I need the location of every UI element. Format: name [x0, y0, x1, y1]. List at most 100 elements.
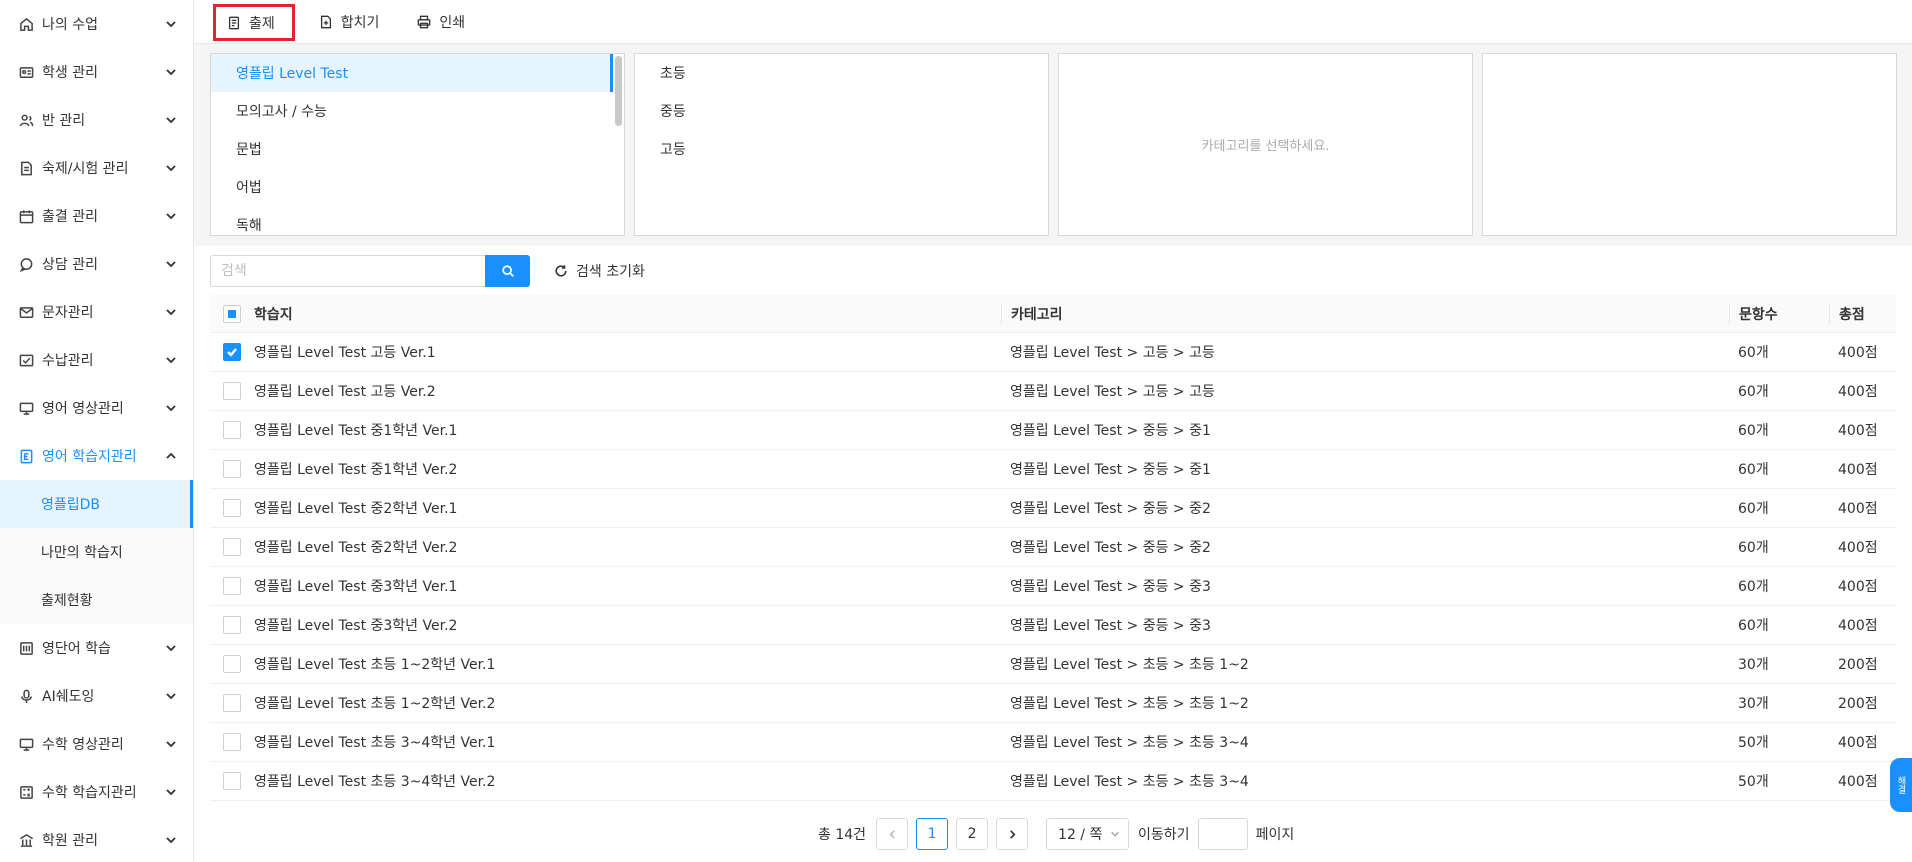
- chevron-down-icon: [165, 402, 177, 414]
- chevron-up-icon: [165, 450, 177, 462]
- header-score[interactable]: 총점: [1829, 303, 1896, 324]
- monitor-icon: [18, 400, 34, 416]
- page-button-1[interactable]: 1: [916, 818, 949, 850]
- row-checkbox[interactable]: [223, 577, 241, 595]
- category-panel-level4: [1482, 53, 1897, 236]
- table-row[interactable]: 영플립 Level Test 중3학년 Ver.1 영플립 Level Test …: [210, 567, 1896, 606]
- cell-name: 영플립 Level Test 중2학년 Ver.1: [254, 501, 458, 517]
- sidebar-item-label: 학원 관리: [42, 833, 98, 849]
- scrollbar-track[interactable]: [612, 54, 624, 235]
- microphone-icon: [18, 688, 34, 704]
- table-row[interactable]: 영플립 Level Test 고등 Ver.2 영플립 Level Test > …: [210, 372, 1896, 411]
- sidebar-item-7[interactable]: 수납관리: [0, 336, 193, 384]
- building-icon: [18, 832, 34, 848]
- sidebar-item-14[interactable]: 학원 관리: [0, 816, 193, 862]
- cell-score: 400점: [1838, 384, 1878, 400]
- cell-count: 60개: [1738, 423, 1769, 439]
- row-checkbox[interactable]: [223, 421, 241, 439]
- scrollbar-thumb[interactable]: [615, 56, 622, 126]
- floating-help-button[interactable]: 해결: [1890, 758, 1912, 812]
- table-row[interactable]: 영플립 Level Test 중1학년 Ver.1 영플립 Level Test …: [210, 411, 1896, 450]
- subcategory-item[interactable]: 고등: [635, 130, 1048, 168]
- cell-name: 영플립 Level Test 초등 3~4학년 Ver.1: [254, 735, 496, 751]
- row-checkbox[interactable]: [223, 382, 241, 400]
- subcategory-item[interactable]: 초등: [635, 54, 1048, 92]
- table-row[interactable]: 영플립 Level Test 중1학년 Ver.2 영플립 Level Test …: [210, 450, 1896, 489]
- row-checkbox[interactable]: [223, 694, 241, 712]
- sidebar-item-0[interactable]: 나의 수업: [0, 0, 193, 48]
- search-input[interactable]: [210, 255, 485, 287]
- row-checkbox[interactable]: [223, 772, 241, 790]
- cell-category: 영플립 Level Test > 초등 > 초등 3~4: [1010, 735, 1249, 751]
- cell-count: 60개: [1738, 384, 1769, 400]
- row-checkbox[interactable]: [223, 343, 241, 361]
- toolbar: 출제 합치기 인쇄: [194, 0, 1912, 44]
- table-row[interactable]: 영플립 Level Test 중2학년 Ver.2 영플립 Level Test …: [210, 528, 1896, 567]
- table-row[interactable]: 영플립 Level Test 초등 3~4학년 Ver.2 영플립 Level T…: [210, 762, 1896, 801]
- table-row[interactable]: 영플립 Level Test 중3학년 Ver.2 영플립 Level Test …: [210, 606, 1896, 645]
- sidebar-item-1[interactable]: 학생 관리: [0, 48, 193, 96]
- sidebar-item-9[interactable]: 영어 학습지관리: [0, 432, 193, 480]
- sidebar-item-3[interactable]: 숙제/시험 관리: [0, 144, 193, 192]
- sidebar-submenu: 영플립DB 나만의 학습지 출제현황: [0, 480, 193, 624]
- sidebar-item-8[interactable]: 영어 영상관리: [0, 384, 193, 432]
- sidebar-item-11[interactable]: AI쉐도잉: [0, 672, 193, 720]
- search-button[interactable]: [485, 255, 530, 287]
- publish-label: 출제: [249, 15, 275, 32]
- sidebar-item-10[interactable]: 영단어 학습: [0, 624, 193, 672]
- row-checkbox[interactable]: [223, 733, 241, 751]
- category-item[interactable]: 독해: [211, 206, 624, 235]
- cell-category: 영플립 Level Test > 중등 > 중2: [1010, 540, 1211, 556]
- goto-page-input[interactable]: [1197, 818, 1248, 850]
- sidebar-item-label: 영어 학습지관리: [42, 449, 137, 465]
- floating-help-label: 해결: [1895, 776, 1906, 794]
- row-checkbox[interactable]: [223, 538, 241, 556]
- page-size-select[interactable]: 12 / 쪽: [1046, 818, 1130, 850]
- users-icon: [18, 112, 34, 128]
- sidebar-subitem-2[interactable]: 출제현황: [0, 576, 193, 624]
- table-row[interactable]: 영플립 Level Test 초등 1~2학년 Ver.2 영플립 Level T…: [210, 684, 1896, 723]
- sidebar-item-13[interactable]: 수학 학습지관리: [0, 768, 193, 816]
- sidebar-item-6[interactable]: 문자관리: [0, 288, 193, 336]
- category-item[interactable]: 영플립 Level Test: [211, 54, 624, 92]
- next-page-button[interactable]: [996, 818, 1029, 850]
- header-count[interactable]: 문항수: [1729, 303, 1829, 324]
- chevron-down-icon: [165, 18, 177, 30]
- search-reset-button[interactable]: 검색 초기화: [554, 261, 645, 281]
- header-category[interactable]: 카테고리: [1001, 303, 1729, 324]
- page-button-2[interactable]: 2: [956, 818, 989, 850]
- cell-name: 영플립 Level Test 초등 3~4학년 Ver.2: [254, 774, 496, 790]
- total-count: 총 14건: [818, 827, 867, 843]
- header-name[interactable]: 학습지: [254, 304, 1001, 324]
- sidebar-item-12[interactable]: 수학 영상관리: [0, 720, 193, 768]
- sidebar-subitem-1[interactable]: 나만의 학습지: [0, 528, 193, 576]
- publish-button[interactable]: 출제: [213, 4, 295, 41]
- cell-name: 영플립 Level Test 중1학년 Ver.1: [254, 423, 458, 439]
- sidebar-item-4[interactable]: 출결 관리: [0, 192, 193, 240]
- cell-name: 영플립 Level Test 고등 Ver.2: [254, 384, 436, 400]
- row-checkbox[interactable]: [223, 655, 241, 673]
- table-row[interactable]: 영플립 Level Test 고등 Ver.1 영플립 Level Test > …: [210, 333, 1896, 372]
- merge-label: 합치기: [340, 14, 380, 31]
- table-row[interactable]: 영플립 Level Test 중2학년 Ver.1 영플립 Level Test …: [210, 489, 1896, 528]
- category-item[interactable]: 어법: [211, 168, 624, 206]
- print-button[interactable]: 인쇄: [403, 5, 479, 39]
- row-checkbox[interactable]: [223, 499, 241, 517]
- prev-page-button[interactable]: [876, 818, 909, 850]
- row-checkbox[interactable]: [223, 616, 241, 634]
- merge-button[interactable]: 합치기: [305, 5, 394, 39]
- subcategory-item[interactable]: 중등: [635, 92, 1048, 130]
- sidebar-subitem-0[interactable]: 영플립DB: [0, 480, 193, 528]
- chat-icon: [18, 256, 34, 272]
- select-all-checkbox[interactable]: [223, 304, 241, 323]
- table-row[interactable]: 영플립 Level Test 초등 1~2학년 Ver.1 영플립 Level T…: [210, 645, 1896, 684]
- category-item[interactable]: 문법: [211, 130, 624, 168]
- row-checkbox[interactable]: [223, 460, 241, 478]
- chevron-down-icon: [165, 66, 177, 78]
- sidebar-item-label: 수납관리: [42, 353, 94, 369]
- sidebar-item-5[interactable]: 상담 관리: [0, 240, 193, 288]
- sidebar-item-2[interactable]: 반 관리: [0, 96, 193, 144]
- table-row[interactable]: 영플립 Level Test 초등 3~4학년 Ver.1 영플립 Level T…: [210, 723, 1896, 762]
- cell-count: 30개: [1738, 696, 1769, 712]
- category-item[interactable]: 모의고사 / 수능: [211, 92, 624, 130]
